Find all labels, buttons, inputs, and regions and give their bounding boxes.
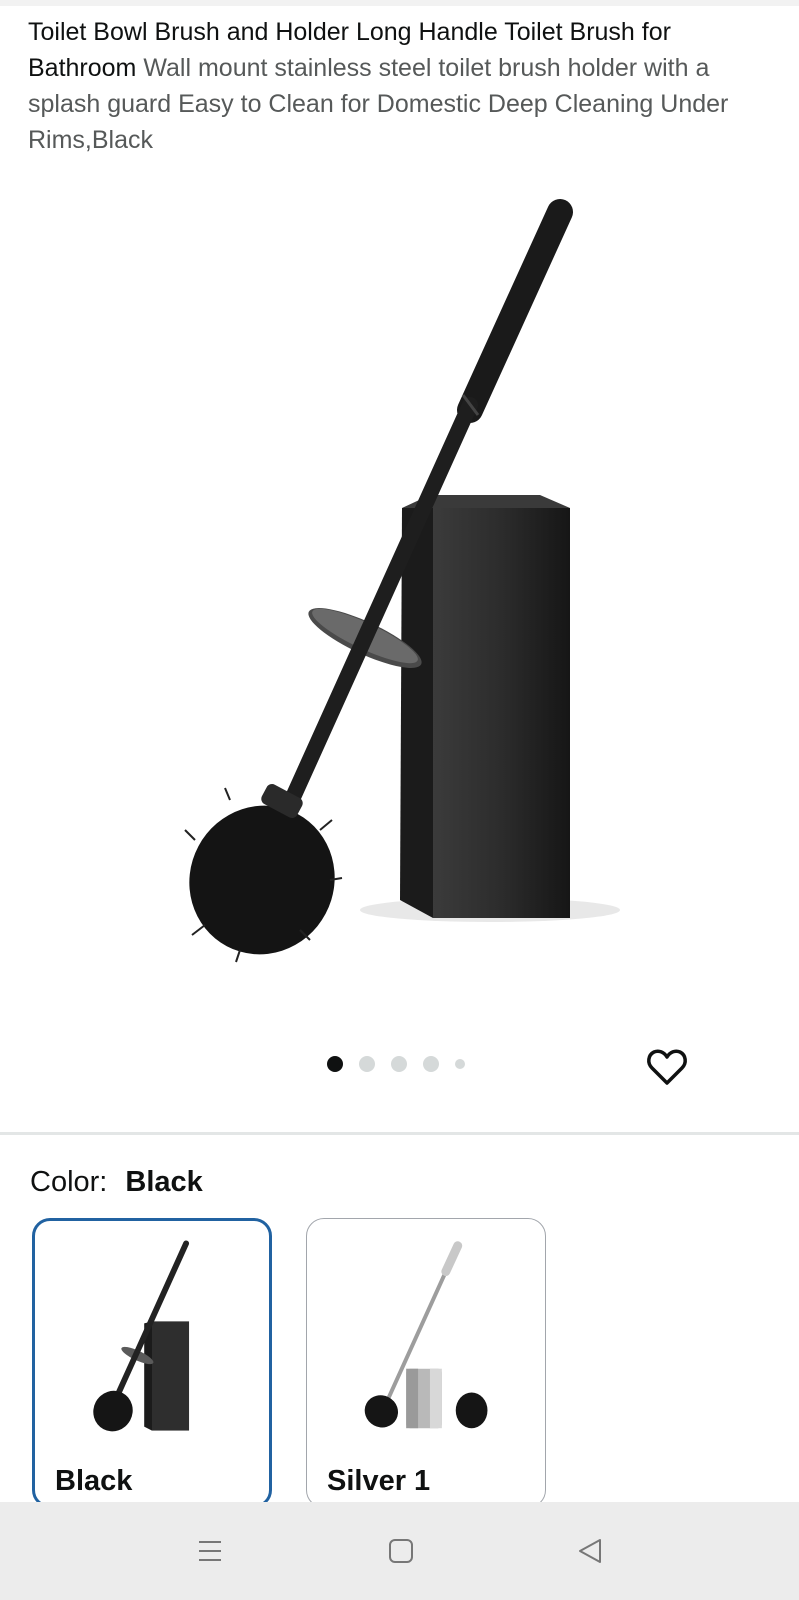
product-title-block[interactable]: Toilet Bowl Brush and Holder Long Handle… — [28, 14, 778, 158]
image-carousel-indicator — [327, 1056, 465, 1072]
home-icon[interactable] — [374, 1524, 428, 1578]
brush-and-holder-image — [184, 199, 620, 963]
section-divider — [0, 1132, 799, 1135]
color-selection-label: Color: Black — [30, 1165, 203, 1199]
heart-icon[interactable] — [645, 1045, 689, 1089]
product-hero-image[interactable] — [0, 190, 799, 1010]
selected-color-value: Black — [125, 1166, 203, 1198]
system-navigation-bar — [0, 1502, 799, 1600]
color-option-black[interactable]: Black — [32, 1218, 272, 1508]
carousel-dot-5[interactable] — [455, 1059, 465, 1069]
carousel-dot-4[interactable] — [423, 1056, 439, 1072]
carousel-dot-2[interactable] — [359, 1056, 375, 1072]
color-option-name: Silver 1 — [327, 1465, 431, 1497]
product-title: Toilet Bowl Brush and Holder Long Handle… — [28, 14, 778, 158]
carousel-dot-3[interactable] — [391, 1056, 407, 1072]
black-brush-thumbnail — [93, 1240, 190, 1432]
menu-icon[interactable] — [183, 1524, 237, 1578]
top-cutoff-strip — [0, 0, 799, 6]
color-option-silver-1[interactable]: Silver 1 — [306, 1218, 546, 1508]
carousel-dot-1[interactable] — [327, 1056, 343, 1072]
color-option-name: Black — [55, 1465, 133, 1497]
back-icon[interactable] — [563, 1524, 617, 1578]
color-label: Color: — [30, 1166, 108, 1198]
silver-brush-thumbnail — [364, 1241, 488, 1429]
